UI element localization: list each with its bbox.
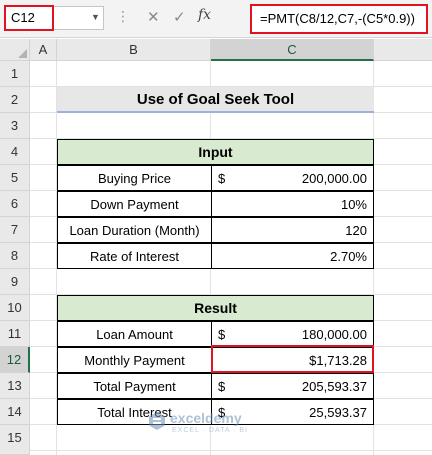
insert-function-icon[interactable]: fx <box>198 7 211 23</box>
more-icon: ⋮ <box>116 8 130 24</box>
row-header-2[interactable]: 2 <box>0 87 30 113</box>
exceldemy-logo-icon <box>149 412 165 430</box>
row-header-9[interactable]: 9 <box>0 269 30 295</box>
chevron-down-icon[interactable]: ▼ <box>91 12 100 22</box>
grid-line <box>30 450 432 451</box>
cell-value: 25,593.37 <box>309 405 367 420</box>
row-header-1[interactable]: 1 <box>0 61 30 87</box>
watermark-name: exceldemy <box>170 410 242 426</box>
cell-value: 180,000.00 <box>301 327 367 342</box>
input-label-cell[interactable]: Buying Price <box>57 165 212 191</box>
sheet-title[interactable]: Use of Goal Seek Tool <box>57 87 374 113</box>
exceldemy-watermark: exceldemy EXCEL · DATA · BI <box>148 407 298 447</box>
result-label-cell[interactable]: Loan Amount <box>57 321 212 347</box>
cell-value: 120 <box>345 223 367 238</box>
selected-cell-highlight <box>211 345 374 373</box>
row-header-15[interactable]: 15 <box>0 425 30 455</box>
column-header-d[interactable] <box>374 39 432 61</box>
row-header-3[interactable]: 3 <box>0 113 30 139</box>
input-value-cell[interactable]: 10% <box>211 191 374 217</box>
result-value-cell[interactable]: $ 180,000.00 <box>211 321 374 347</box>
row-header-13[interactable]: 13 <box>0 373 30 399</box>
input-table-header[interactable]: Input <box>57 139 374 165</box>
column-header-b[interactable]: B <box>57 39 211 61</box>
watermark-tagline: EXCEL · DATA · BI <box>172 427 248 434</box>
enter-icon[interactable]: ✓ <box>173 8 186 26</box>
cell-value: 205,593.37 <box>301 379 367 394</box>
row-header-7[interactable]: 7 <box>0 217 30 243</box>
currency-symbol: $ <box>218 171 226 186</box>
input-label-cell[interactable]: Loan Duration (Month) <box>57 217 212 243</box>
formula-input[interactable]: =PMT(C8/12,C7,-(C5*0.9)) <box>250 4 428 34</box>
column-header-a[interactable]: A <box>30 39 57 61</box>
formula-text: =PMT(C8/12,C7,-(C5*0.9)) <box>260 11 415 26</box>
input-value-cell[interactable]: 120 <box>211 217 374 243</box>
result-table-header[interactable]: Result <box>57 295 374 321</box>
cell-value: 10% <box>340 197 367 212</box>
cancel-icon[interactable]: ✕ <box>147 8 160 26</box>
row-header-6[interactable]: 6 <box>0 191 30 217</box>
cell-value: 2.70% <box>330 249 367 264</box>
input-label-cell[interactable]: Down Payment <box>57 191 212 217</box>
cell-value: 200,000.00 <box>301 171 367 186</box>
select-all-icon <box>18 49 27 58</box>
result-label-cell[interactable]: Monthly Payment <box>57 347 212 373</box>
row-header-5[interactable]: 5 <box>0 165 30 191</box>
row-header-8[interactable]: 8 <box>0 243 30 269</box>
result-value-cell[interactable]: $ 205,593.37 <box>211 373 374 399</box>
input-label-cell[interactable]: Rate of Interest <box>57 243 212 269</box>
column-header-c[interactable]: C <box>211 39 374 61</box>
row-header-11[interactable]: 11 <box>0 321 30 347</box>
row-header-12[interactable]: 12 <box>0 347 30 373</box>
input-value-cell[interactable]: 2.70% <box>211 243 374 269</box>
name-box-highlight <box>4 5 54 31</box>
input-value-cell[interactable]: $ 200,000.00 <box>211 165 374 191</box>
row-header-14[interactable]: 14 <box>0 399 30 425</box>
row-header-10[interactable]: 10 <box>0 295 30 321</box>
result-label-cell[interactable]: Total Payment <box>57 373 212 399</box>
currency-symbol: $ <box>218 379 226 394</box>
row-header-4[interactable]: 4 <box>0 139 30 165</box>
currency-symbol: $ <box>218 327 226 342</box>
